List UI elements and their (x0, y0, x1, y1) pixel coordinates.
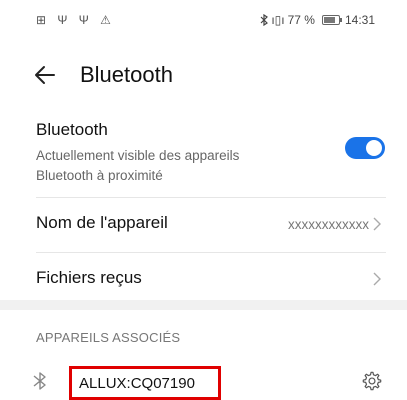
paired-device-name: ALLUX:CQ07190 (79, 375, 195, 392)
received-files-label: Fichiers reçus (36, 268, 142, 287)
clock: 14:31 (344, 13, 375, 27)
paired-devices-heading: APPAREILS ASSOCIÉS (36, 330, 181, 345)
bluetooth-label: Bluetooth (36, 120, 108, 139)
device-name-value: xxxxxxxxxxxx (288, 217, 369, 232)
device-name-label: Nom de l'appareil (36, 213, 168, 232)
received-files-row[interactable]: Fichiers reçus (0, 252, 407, 307)
signal-indicator: ı▯ı (271, 13, 285, 27)
battery-icon (321, 15, 342, 25)
bluetooth-icon (33, 372, 46, 390)
status-right: ı▯ı 77 % 14:31 (260, 13, 375, 27)
app-header: Bluetooth (0, 50, 407, 102)
bluetooth-toggle-row[interactable]: Bluetooth Actuellement visible des appar… (0, 115, 407, 195)
status-bar: ⊞ Ψ Ψ ⚠ ı▯ı 77 % 14:31 (0, 0, 407, 40)
back-arrow-icon[interactable] (30, 60, 60, 90)
device-name-row[interactable]: Nom de l'appareil xxxxxxxxxxxx (0, 197, 407, 252)
page-title: Bluetooth (80, 62, 173, 87)
battery-percent: 77 % (287, 13, 315, 27)
notification-icons: ⊞ Ψ Ψ ⚠ (36, 13, 115, 27)
toggle-knob (366, 140, 382, 156)
gear-icon[interactable] (361, 370, 383, 392)
bluetooth-visibility-description: Actuellement visible des appareils Bluet… (36, 148, 240, 183)
section-separator (0, 300, 407, 310)
bluetooth-toggle[interactable] (345, 137, 385, 159)
chevron-right-icon (373, 272, 381, 286)
paired-device-row[interactable]: ALLUX:CQ07190 (0, 356, 407, 400)
bluetooth-icon (260, 14, 269, 26)
chevron-right-icon (373, 217, 381, 231)
